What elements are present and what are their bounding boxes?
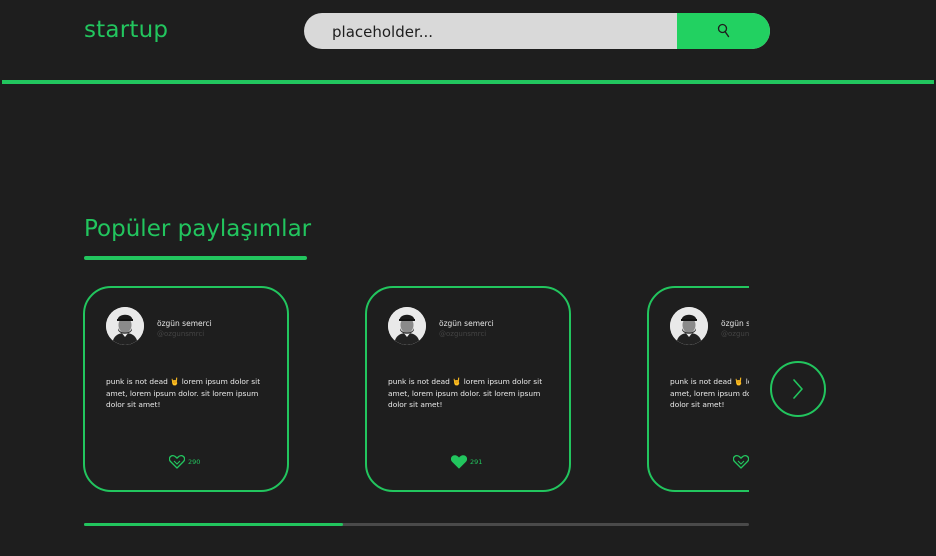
carousel-scrollbar[interactable] bbox=[84, 523, 749, 526]
page: startup Popüler paylaşımlar bbox=[0, 0, 936, 556]
user-name[interactable]: özgün semerci bbox=[721, 319, 749, 328]
like-count: 291 bbox=[470, 458, 483, 466]
section-title-underline bbox=[84, 256, 307, 260]
logo[interactable]: startup bbox=[84, 17, 168, 43]
post-card[interactable]: özgün semerci @ozgunsmrci punk is not de… bbox=[365, 286, 571, 492]
post-carousel: özgün semerci @ozgunsmrci punk is not de… bbox=[83, 286, 749, 496]
heart-outline-icon bbox=[169, 455, 185, 469]
carousel-scrollbar-thumb[interactable] bbox=[84, 523, 344, 526]
chevron-right-icon bbox=[793, 379, 803, 399]
heart-outline-icon bbox=[733, 455, 749, 469]
user-name[interactable]: özgün semerci bbox=[157, 319, 212, 328]
like-button[interactable]: 290 bbox=[169, 455, 200, 469]
user-handle[interactable]: @ozgunsmrci bbox=[439, 330, 486, 338]
user-handle[interactable]: @ozgunsmrci bbox=[721, 330, 749, 338]
carousel-next-button[interactable] bbox=[770, 361, 826, 417]
user-handle[interactable]: @ozgunsmrci bbox=[157, 330, 204, 338]
heart-filled-icon bbox=[451, 455, 467, 469]
post-card[interactable]: özgün semerci @ozgunsmrci punk is not de… bbox=[83, 286, 289, 492]
post-text: punk is not dead 🤘 lorem ipsum dolor sit… bbox=[388, 377, 543, 409]
like-count: 290 bbox=[188, 458, 201, 466]
user-name[interactable]: özgün semerci bbox=[439, 319, 494, 328]
section-title: Popüler paylaşımlar bbox=[84, 216, 312, 242]
search-input[interactable] bbox=[304, 13, 677, 49]
search-button[interactable] bbox=[677, 13, 770, 49]
avatar bbox=[388, 307, 426, 345]
header-divider bbox=[2, 80, 934, 84]
post-text: punk is not dead 🤘 lorem ipsum dolor sit… bbox=[106, 377, 261, 409]
search-icon bbox=[717, 23, 729, 38]
post-card[interactable]: özgün semerci @ozgunsmrci punk is not de… bbox=[647, 286, 749, 492]
like-button[interactable]: 291 bbox=[451, 455, 482, 469]
avatar bbox=[106, 307, 144, 345]
post-text: punk is not dead 🤘 lorem ipsum dolor sit… bbox=[670, 377, 749, 409]
avatar bbox=[670, 307, 708, 345]
like-button[interactable]: 290 bbox=[733, 455, 749, 469]
search-bar bbox=[304, 13, 770, 49]
